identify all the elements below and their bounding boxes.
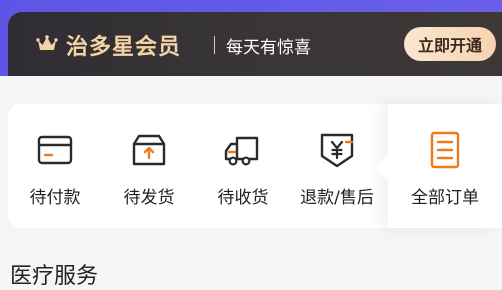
order-item-pending-shipment[interactable]: 待发货 [102, 104, 196, 228]
order-item-refund-aftersales[interactable]: 退款/售后 [290, 104, 384, 228]
order-item-label: 待发货 [123, 188, 175, 208]
order-item-label: 待付款 [29, 188, 81, 208]
membership-title: 治多星会员 [66, 35, 182, 60]
refund-yen-icon [320, 133, 354, 168]
document-list-icon [430, 131, 460, 169]
order-item-label: 待收货 [217, 188, 269, 208]
wallet-card-icon [37, 135, 73, 165]
membership-divider [214, 36, 215, 54]
activate-membership-button[interactable]: 立即开通 [404, 27, 496, 61]
order-item-label: 退款/售后 [300, 188, 374, 208]
crown-icon [36, 35, 58, 50]
delivery-truck-icon [224, 136, 259, 166]
orders-panel: 待付款 待发货 待收货 退款/售后 全部订单 [8, 104, 502, 228]
membership-subtitle: 每天有惊喜 [226, 38, 311, 58]
all-orders-label: 全部订单 [411, 188, 479, 208]
box-upload-icon [132, 134, 166, 166]
order-item-pending-payment[interactable]: 待付款 [8, 104, 102, 228]
all-orders-button[interactable]: 全部订单 [375, 104, 502, 228]
order-item-pending-receipt[interactable]: 待收货 [196, 104, 290, 228]
membership-banner[interactable]: 治多星会员 每天有惊喜 立即开通 [8, 12, 502, 76]
medical-services-title: 医疗服务 [10, 264, 99, 289]
